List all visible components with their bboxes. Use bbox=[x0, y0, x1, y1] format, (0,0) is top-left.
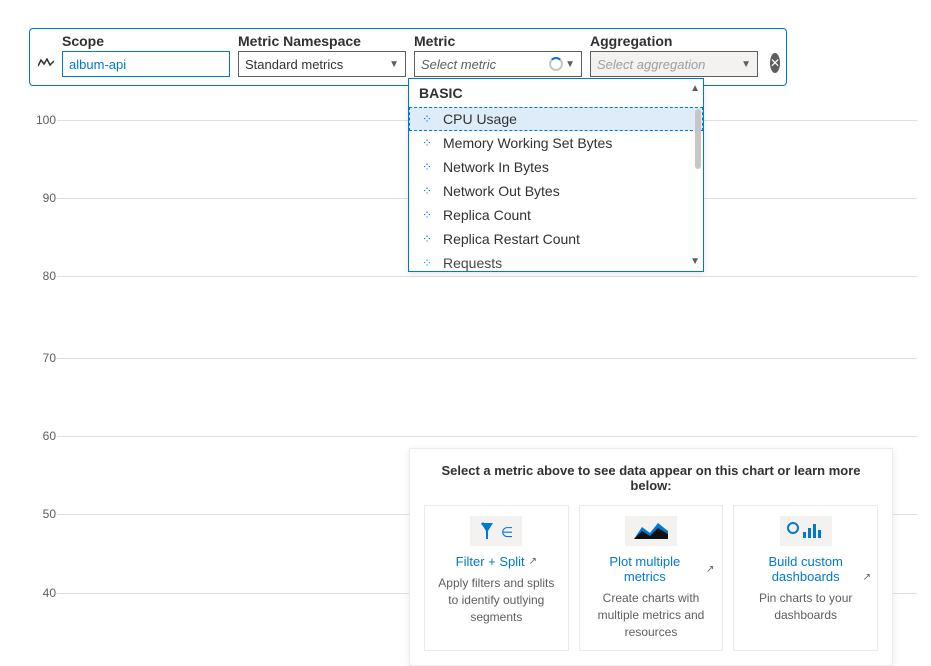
dropdown-group-header: BASIC bbox=[409, 79, 703, 107]
card-desc: Create charts with multiple metrics and … bbox=[588, 590, 715, 640]
scroll-up-icon[interactable]: ▲ bbox=[690, 83, 700, 94]
card-link: Build custom dashboards bbox=[742, 554, 869, 584]
namespace-select[interactable]: Standard metrics ▼ bbox=[238, 51, 406, 77]
metric-placeholder: Select metric bbox=[421, 57, 496, 72]
namespace-value: Standard metrics bbox=[245, 57, 343, 72]
card-dashboards[interactable]: Build custom dashboards ↗ Pin charts to … bbox=[733, 505, 878, 651]
card-link: Plot multiple metrics ↗ bbox=[588, 554, 715, 584]
close-icon[interactable]: ✕ bbox=[770, 53, 780, 73]
metric-icon: ⁘ bbox=[419, 184, 435, 198]
gridline bbox=[57, 358, 917, 359]
dropdown-item-network-in[interactable]: ⁘ Network In Bytes bbox=[409, 155, 703, 179]
card-desc: Pin charts to your dashboards bbox=[742, 590, 869, 624]
y-tick-label: 40 bbox=[32, 586, 56, 600]
dropdown-item-label: CPU Usage bbox=[443, 111, 517, 127]
scope-select[interactable]: album-api bbox=[62, 51, 230, 77]
metric-icon: ⁘ bbox=[419, 112, 435, 126]
svg-text:∈: ∈ bbox=[501, 524, 513, 540]
scope-label: Scope bbox=[62, 33, 230, 49]
aggregation-label: Aggregation bbox=[590, 33, 758, 49]
dropdown-item-label: Network In Bytes bbox=[443, 159, 549, 175]
gridline bbox=[57, 276, 917, 277]
chevron-down-icon: ▼ bbox=[565, 59, 575, 70]
dropdown-item-label: Replica Restart Count bbox=[443, 231, 580, 247]
metric-icon: ⁘ bbox=[419, 136, 435, 150]
metric-field: Metric Select metric ▼ bbox=[414, 33, 582, 77]
metric-icon: ⁘ bbox=[419, 160, 435, 174]
namespace-field: Metric Namespace Standard metrics ▼ bbox=[238, 33, 406, 77]
dropdown-item-label: Requests bbox=[443, 255, 502, 271]
dashboard-icon bbox=[780, 516, 832, 546]
filter-split-icon: ∈ bbox=[470, 516, 522, 546]
dropdown-item-replica-count[interactable]: ⁘ Replica Count bbox=[409, 203, 703, 227]
external-link-icon: ↗ bbox=[529, 556, 537, 567]
y-tick-label: 90 bbox=[32, 191, 56, 205]
external-link-icon: ↗ bbox=[706, 564, 714, 575]
aggregation-placeholder: Select aggregation bbox=[597, 57, 705, 72]
card-filter-split[interactable]: ∈ Filter + Split ↗ Apply filters and spl… bbox=[424, 505, 569, 651]
y-tick-label: 70 bbox=[32, 351, 56, 365]
card-plot-multiple[interactable]: Plot multiple metrics ↗ Create charts wi… bbox=[579, 505, 724, 651]
y-tick-label: 100 bbox=[32, 113, 56, 127]
dropdown-item-cpu-usage[interactable]: ⁘ CPU Usage bbox=[409, 107, 703, 131]
dropdown-list: ⁘ CPU Usage ⁘ Memory Working Set Bytes ⁘… bbox=[409, 107, 703, 272]
help-title: Select a metric above to see data appear… bbox=[424, 463, 878, 493]
scroll-down-icon[interactable]: ▼ bbox=[690, 256, 700, 267]
gridline bbox=[57, 436, 917, 437]
dropdown-item-label: Replica Count bbox=[443, 207, 531, 223]
aggregation-field: Aggregation Select aggregation ▼ bbox=[590, 33, 758, 77]
loading-spinner-icon bbox=[549, 57, 563, 71]
metric-icon: ⁘ bbox=[419, 232, 435, 246]
card-link: Filter + Split ↗ bbox=[456, 554, 537, 569]
dropdown-item-label: Network Out Bytes bbox=[443, 183, 560, 199]
scope-field: Scope album-api bbox=[62, 33, 230, 77]
metric-dropdown: ▲ BASIC ⁘ CPU Usage ⁘ Memory Working Set… bbox=[408, 78, 704, 272]
dropdown-item-requests[interactable]: ⁘ Requests bbox=[409, 251, 703, 272]
chevron-down-icon: ▼ bbox=[389, 59, 399, 70]
y-tick-label: 80 bbox=[32, 269, 56, 283]
metric-icon: ⁘ bbox=[419, 208, 435, 222]
aggregation-select[interactable]: Select aggregation ▼ bbox=[590, 51, 758, 77]
card-desc: Apply filters and splits to identify out… bbox=[433, 575, 560, 625]
dropdown-item-memory[interactable]: ⁘ Memory Working Set Bytes bbox=[409, 131, 703, 155]
chevron-down-icon: ▼ bbox=[741, 59, 751, 70]
external-link-icon: ↗ bbox=[863, 572, 871, 583]
dropdown-scrollbar[interactable] bbox=[695, 109, 701, 169]
metric-label: Metric bbox=[414, 33, 582, 49]
metric-select[interactable]: Select metric ▼ bbox=[414, 51, 582, 77]
dropdown-item-network-out[interactable]: ⁘ Network Out Bytes bbox=[409, 179, 703, 203]
area-chart-icon bbox=[625, 516, 677, 546]
namespace-label: Metric Namespace bbox=[238, 33, 406, 49]
y-tick-label: 60 bbox=[32, 429, 56, 443]
sparkline-icon bbox=[38, 55, 54, 71]
dropdown-item-label: Memory Working Set Bytes bbox=[443, 135, 612, 151]
metric-icon: ⁘ bbox=[419, 256, 435, 270]
y-tick-label: 50 bbox=[32, 507, 56, 521]
help-panel: Select a metric above to see data appear… bbox=[409, 448, 893, 666]
help-cards: ∈ Filter + Split ↗ Apply filters and spl… bbox=[424, 505, 878, 651]
scope-value: album-api bbox=[69, 57, 126, 72]
dropdown-item-replica-restart[interactable]: ⁘ Replica Restart Count bbox=[409, 227, 703, 251]
